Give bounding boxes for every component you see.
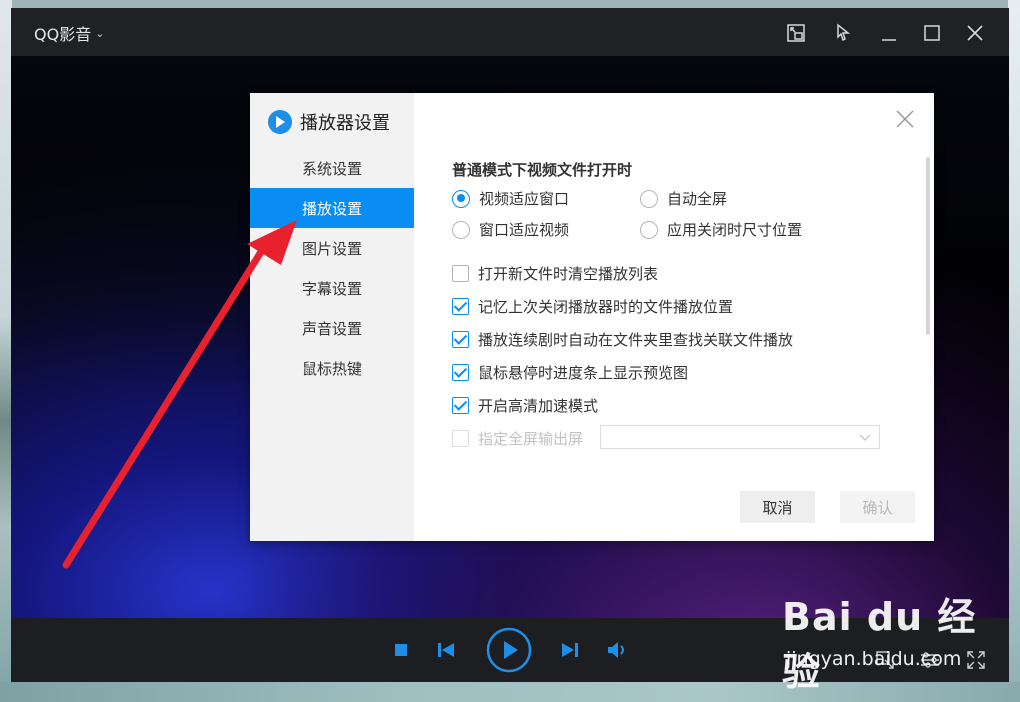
desktop-background-right — [1008, 0, 1020, 702]
radio-label: 应用关闭时尺寸位置 — [667, 221, 803, 239]
fullscreen-icon[interactable] — [966, 650, 986, 670]
qq-player-logo-icon — [268, 110, 292, 134]
radio-button[interactable] — [452, 189, 470, 208]
stop-icon[interactable] — [393, 642, 409, 658]
close-icon[interactable] — [962, 20, 988, 46]
radio-button[interactable] — [640, 189, 658, 208]
dialog-header: 播放器设置 — [268, 109, 390, 135]
control-bar — [11, 618, 1009, 682]
radio-label: 自动全屏 — [667, 190, 728, 208]
nav-audio-settings[interactable]: 声音设置 — [250, 308, 414, 348]
radio-label: 窗口适应视频 — [479, 221, 570, 239]
desktop-background-bottom — [0, 682, 1020, 702]
nav-system-settings[interactable]: 系统设置 — [250, 148, 414, 188]
volume-icon[interactable] — [608, 641, 628, 659]
play-icon[interactable] — [486, 627, 532, 673]
nav-subtitle-settings[interactable]: 字幕设置 — [250, 268, 414, 308]
pin-icon[interactable] — [831, 20, 857, 46]
settings-icon[interactable] — [919, 650, 941, 670]
nav-image-settings[interactable]: 图片设置 — [250, 228, 414, 268]
scrollbar-thumb[interactable] — [926, 157, 930, 335]
app-menu-button[interactable]: QQ影音 ⌄ — [34, 21, 104, 45]
checkbox-remember-position[interactable]: 记忆上次关闭播放器时的文件播放位置 — [452, 296, 733, 317]
maximize-icon[interactable] — [919, 20, 945, 46]
player-settings-dialog: 播放器设置 系统设置 播放设置 图片设置 字幕设置 声音设置 鼠标热键 普通模式… — [250, 93, 934, 541]
checkbox[interactable] — [452, 331, 469, 348]
checkbox-label: 播放连续剧时自动在文件夹里查找关联文件播放 — [478, 331, 794, 349]
radio-button[interactable] — [640, 220, 658, 239]
checkbox-hd-acceleration[interactable]: 开启高清加速模式 — [452, 395, 598, 416]
radio-fit-video-to-window[interactable]: 视频适应窗口 — [452, 188, 569, 209]
confirm-button: 确认 — [840, 491, 915, 523]
app-title: QQ影音 — [34, 25, 92, 44]
dialog-title: 播放器设置 — [300, 113, 390, 134]
settings-content: 普通模式下视频文件打开时 视频适应窗口 自动全屏 窗口适应视频 应用关闭时尺寸位… — [414, 93, 934, 541]
settings-sidebar: 播放器设置 系统设置 播放设置 图片设置 字幕设置 声音设置 鼠标热键 — [250, 93, 414, 541]
checkbox-auto-find-series[interactable]: 播放连续剧时自动在文件夹里查找关联文件播放 — [452, 329, 793, 350]
checkbox[interactable] — [452, 364, 469, 381]
nav-mouse-hotkeys[interactable]: 鼠标热键 — [250, 348, 414, 388]
checkbox-label: 记忆上次关闭播放器时的文件播放位置 — [478, 298, 734, 316]
checkbox-clear-playlist[interactable]: 打开新文件时清空播放列表 — [452, 263, 658, 284]
checkbox[interactable] — [452, 298, 469, 315]
checkbox-hover-preview[interactable]: 鼠标悬停时进度条上显示预览图 — [452, 362, 688, 383]
checkbox-label: 打开新文件时清空播放列表 — [478, 265, 659, 283]
radio-fit-window-to-video[interactable]: 窗口适应视频 — [452, 219, 569, 240]
radio-auto-fullscreen[interactable]: 自动全屏 — [640, 188, 727, 209]
checkbox-label: 鼠标悬停时进度条上显示预览图 — [478, 364, 689, 382]
radio-restore-last-size[interactable]: 应用关闭时尺寸位置 — [640, 219, 802, 240]
nav-playback-settings[interactable]: 播放设置 — [250, 188, 414, 228]
minimize-icon[interactable] — [876, 20, 902, 46]
previous-icon[interactable] — [437, 642, 455, 658]
screenshot-icon[interactable] — [875, 650, 895, 670]
next-icon[interactable] — [561, 642, 579, 658]
miniplayer-icon[interactable] — [783, 20, 809, 46]
screen-select[interactable] — [600, 425, 880, 449]
radio-button[interactable] — [452, 220, 470, 239]
chevron-down-icon: ⌄ — [95, 26, 105, 40]
checkbox[interactable] — [452, 265, 469, 282]
checkbox[interactable] — [452, 397, 469, 414]
checkbox-label: 开启高清加速模式 — [478, 397, 599, 415]
checkbox — [452, 430, 469, 447]
section-title: 普通模式下视频文件打开时 — [452, 161, 633, 179]
radio-label: 视频适应窗口 — [479, 190, 570, 208]
checkbox-label: 指定全屏输出屏 — [478, 430, 584, 448]
checkbox-fullscreen-output: 指定全屏输出屏 — [452, 428, 583, 449]
title-bar: QQ影音 ⌄ — [11, 8, 1009, 56]
cancel-button[interactable]: 取消 — [740, 491, 815, 523]
chevron-down-icon — [859, 434, 871, 441]
